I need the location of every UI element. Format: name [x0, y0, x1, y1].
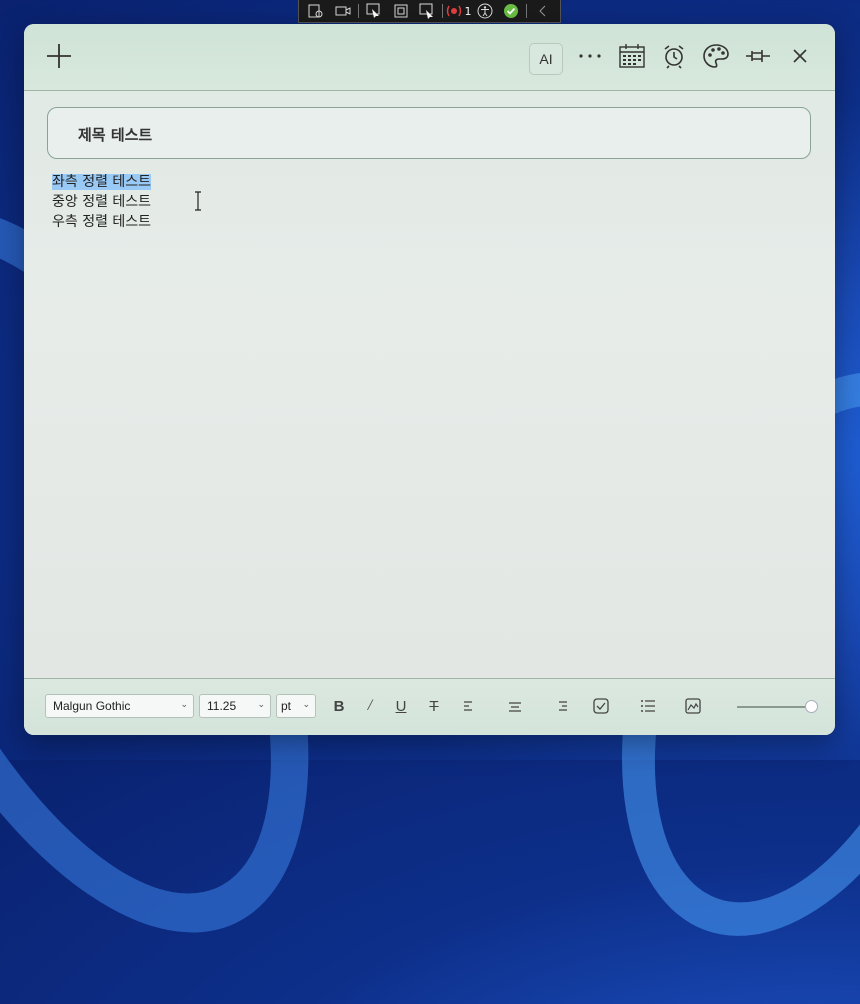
align-left-icon[interactable]: [457, 693, 483, 719]
insert-image-icon[interactable]: [680, 693, 706, 719]
add-note-icon[interactable]: [44, 41, 74, 71]
bullet-list-icon[interactable]: [635, 693, 661, 719]
font-family-value: Malgun Gothic: [53, 699, 131, 713]
collapse-icon[interactable]: [529, 0, 556, 22]
calendar-icon[interactable]: [617, 41, 647, 71]
more-options-icon[interactable]: [575, 41, 605, 71]
layout-adorner-icon[interactable]: [387, 0, 414, 22]
live-visual-tree-icon[interactable]: [303, 0, 330, 22]
note-body-editor[interactable]: 좌측 정렬 테스트 중앙 정렬 테스트 우측 정렬 테스트: [52, 172, 152, 232]
zoom-slider-thumb[interactable]: [805, 700, 818, 713]
underline-button[interactable]: U: [388, 693, 414, 719]
title-input[interactable]: 제목 테스트: [47, 107, 811, 159]
ai-button[interactable]: AI: [529, 43, 563, 75]
zoom-slider-track[interactable]: [737, 706, 813, 708]
divider: [358, 4, 359, 18]
unit-select[interactable]: pt ⌄: [276, 694, 316, 718]
body-line: 우측 정렬 테스트: [52, 214, 152, 230]
chevron-down-icon: ⌄: [302, 699, 310, 709]
format-toolbar: Malgun Gothic ⌄ 11.25 ⌄ pt ⌄ B / U T: [24, 678, 835, 735]
divider: [442, 4, 444, 18]
palette-icon[interactable]: [701, 41, 731, 71]
chevron-down-icon: ⌄: [257, 699, 265, 709]
checkmark-icon[interactable]: [498, 0, 525, 22]
title-bar: AI: [24, 24, 835, 91]
binding-failures-count: 1: [464, 4, 472, 18]
close-icon[interactable]: [785, 41, 815, 71]
bold-button[interactable]: B: [326, 693, 352, 719]
selected-text: 좌측 정렬 테스트: [52, 174, 152, 190]
strikethrough-button[interactable]: T: [421, 693, 447, 719]
chevron-down-icon: ⌄: [180, 699, 188, 709]
binding-failures-icon[interactable]: 1: [445, 0, 471, 22]
align-center-icon[interactable]: [502, 693, 528, 719]
font-family-select[interactable]: Malgun Gothic ⌄: [45, 694, 194, 718]
italic-button[interactable]: /: [357, 693, 383, 719]
unit-value: pt: [281, 699, 292, 713]
xaml-debug-toolbar: 1: [298, 0, 561, 23]
font-size-select[interactable]: 11.25 ⌄: [199, 694, 271, 718]
track-focus-icon[interactable]: [414, 0, 441, 22]
select-element-icon[interactable]: [361, 0, 388, 22]
pin-icon[interactable]: [743, 41, 773, 71]
align-right-icon[interactable]: [548, 693, 574, 719]
title-text: 제목 테스트: [78, 126, 153, 144]
accessibility-icon[interactable]: [471, 0, 498, 22]
checkbox-list-icon[interactable]: [588, 693, 614, 719]
alarm-clock-icon[interactable]: [659, 41, 689, 71]
camera-icon[interactable]: [330, 0, 357, 22]
sticky-note-window: AI 제목 테스트 좌측 정렬 테스트 중앙 정렬 테스트 우측 정렬 테스트: [24, 24, 835, 735]
font-size-value: 11.25: [207, 699, 237, 713]
body-line: 중앙 정렬 테스트: [52, 194, 152, 210]
body-line: 좌측 정렬 테스트: [52, 172, 152, 192]
divider: [526, 4, 528, 18]
text-cursor-icon: [195, 191, 201, 211]
